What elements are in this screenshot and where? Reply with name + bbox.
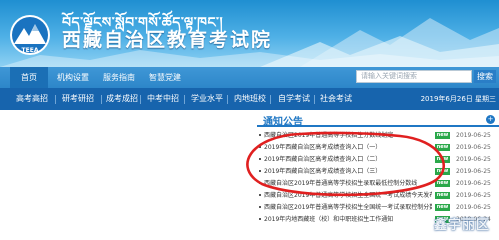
nav-adult-exam[interactable]: 成考成招 <box>106 88 138 110</box>
nav-divider <box>101 95 102 104</box>
notice-item[interactable]: 西藏自治区2019年普通高等学校招生全国统一考试录取控制分数线 new 2019… <box>257 202 499 213</box>
more-icon[interactable]: + <box>486 115 495 124</box>
nav-gaokao[interactable]: 高考高招 <box>16 88 48 110</box>
nav-inland-class[interactable]: 内地班校 <box>234 88 266 110</box>
bullet-icon <box>259 182 261 184</box>
notice-item[interactable]: 西藏自治区2019年普通高等学校招生录取最低控制分数线 new 2019-06-… <box>257 178 499 189</box>
notice-item-title[interactable]: 2019年西藏自治区高考成绩查询入口（二） <box>264 154 432 165</box>
search-button[interactable]: 搜索 <box>474 70 496 83</box>
bullet-icon <box>259 206 261 208</box>
header-banner: TEEA བོད་ལྗོངས་སློབ་གསོ་ཚོད་ལྟ་ཁང་། 西藏自治… <box>0 0 499 67</box>
notice-item-date: 2019-06-25 <box>456 168 491 175</box>
bullet-icon <box>259 194 261 196</box>
nav-graduate-exam[interactable]: 研考研招 <box>62 88 94 110</box>
notice-title: 通知公告 <box>263 117 303 128</box>
notice-item-title[interactable]: 西藏自治区2019年普通高等学校招生全国统一考试录取控制分数线 <box>264 202 432 213</box>
notice-item-title[interactable]: 2019年西藏自治区高考成绩查询入口（三） <box>264 166 432 177</box>
logo-text: TEEA <box>22 47 39 54</box>
primary-nav: 首页 机构设置 服务指南 智慧党建 请输入关键词搜索 搜索 <box>0 67 499 88</box>
notice-item-date: 2019-06-25 <box>456 192 491 199</box>
nav-divider <box>55 95 56 104</box>
notice-item-date: 2019-06-25 <box>456 156 491 163</box>
notice-item-title[interactable]: 西藏自治区2019年普通高等学校招生录取最低控制分数线 <box>264 178 432 189</box>
nav-divider <box>314 95 315 104</box>
nav-social-exam[interactable]: 社会考试 <box>320 88 352 110</box>
mountain-logo-icon[interactable]: TEEA <box>8 14 52 56</box>
bullet-icon <box>259 170 261 172</box>
notice-item[interactable]: 2019年西藏自治区高考成绩查询入口（三） new 2019-06-25 <box>257 166 499 177</box>
notice-item-title[interactable]: 2019年西藏自治区高考成绩查询入口（一） <box>264 142 432 153</box>
current-date: 2019年6月26日 星期三 <box>420 95 496 103</box>
new-badge: new <box>435 180 450 187</box>
new-badge: new <box>435 132 450 139</box>
nav-home[interactable]: 首页 <box>10 67 48 88</box>
nav-organization[interactable]: 机构设置 <box>52 67 94 88</box>
notice-item-date: 2019-06-25 <box>456 204 491 211</box>
bullet-icon <box>259 146 261 148</box>
notice-item-date: 2019-06-25 <box>456 132 491 139</box>
nav-academic-level[interactable]: 学业水平 <box>191 88 223 110</box>
notice-item[interactable]: 西藏自治区2019年普通高等学校招生分数线划定 new 2019-06-25 <box>257 130 499 141</box>
new-badge: new <box>435 168 450 175</box>
notice-item-title[interactable]: 西藏自治区2019年普通高等学校招生分数线划定 <box>264 130 432 141</box>
main-left-area <box>0 110 255 233</box>
new-badge: new <box>435 156 450 163</box>
notice-item-title[interactable]: 西藏自治区2019年普通高等学校招生全国统一考试成绩今天发布 <box>264 190 432 201</box>
bullet-icon <box>259 158 261 160</box>
bullet-icon <box>259 134 261 136</box>
notice-header: 通知公告 + <box>257 112 499 128</box>
notice-item-title[interactable]: 2019年内地西藏班（校）和中职班招生工作通知 <box>264 214 432 225</box>
nav-divider <box>227 95 228 104</box>
new-badge: new <box>435 192 450 199</box>
notice-item-date: 2019-06-25 <box>456 180 491 187</box>
notice-item[interactable]: 2019年西藏自治区高考成绩查询入口（一） new 2019-06-25 <box>257 142 499 153</box>
notice-item-date: 2019-06-25 <box>456 144 491 151</box>
watermark: 鑫宇丽区 <box>434 218 491 233</box>
new-badge: new <box>435 204 450 211</box>
notice-item[interactable]: 2019年西藏自治区高考成绩查询入口（二） new 2019-06-25 <box>257 154 499 165</box>
new-badge: new <box>435 144 450 151</box>
nav-divider <box>270 95 271 104</box>
search-input[interactable]: 请输入关键词搜索 <box>356 70 472 83</box>
nav-divider <box>140 95 141 104</box>
nav-divider <box>184 95 185 104</box>
bullet-icon <box>259 218 261 220</box>
nav-service-guide[interactable]: 服务指南 <box>98 67 140 88</box>
nav-zhongkao[interactable]: 中考中招 <box>147 88 179 110</box>
secondary-nav: 高考高招 研考研招 成考成招 中考中招 学业水平 内地班校 自学考试 社会考试 … <box>0 88 499 110</box>
nav-party-building[interactable]: 智慧党建 <box>144 67 186 88</box>
site-title: 西藏自治区教育考试院 <box>62 29 273 51</box>
notice-item[interactable]: 西藏自治区2019年普通高等学校招生全国统一考试成绩今天发布 new 2019-… <box>257 190 499 201</box>
nav-self-study-exam[interactable]: 自学考试 <box>278 88 310 110</box>
